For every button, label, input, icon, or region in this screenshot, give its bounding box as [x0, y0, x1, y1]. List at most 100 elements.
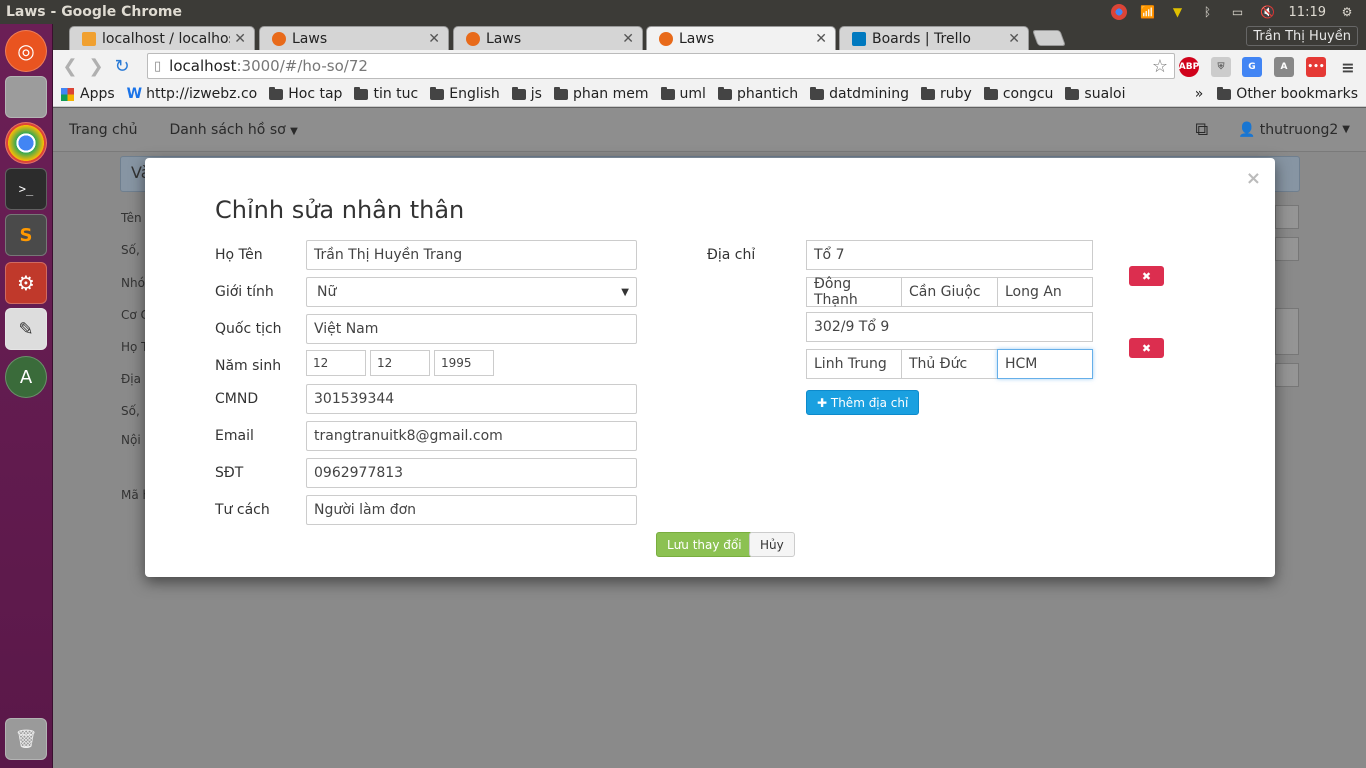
save-changes-button[interactable]: Lưu thay đổi: [656, 532, 753, 557]
folder-icon: [553, 86, 568, 100]
nav-list-dropdown[interactable]: Danh sách hồ sơ ▼: [153, 122, 313, 138]
tab-laws-1[interactable]: Laws ✕: [259, 26, 449, 50]
menu-icon[interactable]: ≡: [1338, 57, 1358, 77]
bookmark-folder[interactable]: phan mem: [553, 86, 649, 102]
bookmark-izwebz[interactable]: W http://izwebz.co: [127, 86, 258, 102]
address-2-street-input[interactable]: 302/9 Tổ 9: [806, 312, 1093, 342]
address-bar[interactable]: ▯ localhost:3000/#/ho-so/72 ☆: [147, 53, 1175, 79]
label-nationality: Quốc tịch: [215, 321, 282, 337]
system-top-panel: Laws - Google Chrome 📶 ▼ ᛒ ▭ 🔇 11:19 ⚙: [0, 0, 1366, 24]
delete-address-2-button[interactable]: ✖: [1129, 338, 1164, 358]
address-1-province-input[interactable]: Long An: [997, 277, 1093, 307]
laws-favicon-icon: [659, 31, 673, 46]
cancel-button[interactable]: Hủy: [749, 532, 795, 557]
bookmark-folder[interactable]: datdmining: [810, 86, 909, 102]
address-2-province-input[interactable]: HCM: [997, 349, 1093, 379]
bookmark-folder[interactable]: ruby: [921, 86, 972, 102]
new-tab-button[interactable]: [1032, 30, 1066, 46]
bookmark-label: Hoc tap: [288, 86, 343, 102]
chrome-tray-icon[interactable]: [1110, 4, 1127, 20]
battery-icon[interactable]: ▭: [1229, 4, 1247, 20]
other-bookmarks[interactable]: Other bookmarks: [1217, 86, 1358, 102]
address-2-district-input[interactable]: Thủ Đức: [901, 349, 998, 379]
close-icon[interactable]: ✕: [428, 31, 440, 47]
tab-trello[interactable]: Boards | Trello ✕: [839, 26, 1029, 50]
back-icon[interactable]: ❮: [57, 53, 83, 79]
address-2-ward-input[interactable]: Linh Trung: [806, 349, 902, 379]
bookmark-folder[interactable]: sualoi: [1065, 86, 1126, 102]
chrome-icon[interactable]: [5, 122, 47, 164]
shield-icon[interactable]: ⛨: [1211, 57, 1231, 77]
angular-icon[interactable]: A: [1274, 57, 1294, 77]
nav-user-dropdown[interactable]: thutruong2: [1260, 122, 1339, 138]
role-input[interactable]: Người làm đơn: [306, 495, 637, 525]
folder-icon: [921, 86, 936, 100]
label-address: Địa chỉ: [707, 247, 756, 263]
clock[interactable]: 11:19: [1289, 5, 1326, 20]
tab-strip: localhost / localhost ✕ Laws ✕ Laws ✕ La…: [53, 24, 1366, 50]
bookmark-folder[interactable]: phantich: [717, 86, 798, 102]
system-settings-icon[interactable]: ⚙: [5, 262, 47, 304]
bg-label: Nhó: [121, 276, 145, 290]
close-icon[interactable]: ✕: [234, 31, 246, 47]
gender-select[interactable]: Nữ ▼: [306, 277, 637, 307]
bookmark-folder[interactable]: js: [511, 86, 542, 102]
tab-laws-2[interactable]: Laws ✕: [453, 26, 643, 50]
phone-input[interactable]: 0962977813: [306, 458, 637, 488]
forward-icon[interactable]: ❯: [83, 53, 109, 79]
settings-gear-icon[interactable]: ⚙: [1338, 4, 1356, 20]
id-number-input[interactable]: 301539344: [306, 384, 637, 414]
bg-label: Tên: [121, 211, 142, 225]
birth-day-input[interactable]: 12: [306, 350, 366, 376]
bookmark-folder[interactable]: tin tuc: [354, 86, 418, 102]
bookmark-folder[interactable]: Hoc tap: [269, 86, 342, 102]
wifi-icon[interactable]: 📶: [1139, 4, 1157, 20]
address-1-ward-input[interactable]: Đông Thạnh: [806, 276, 902, 308]
bookmark-folder[interactable]: congcu: [983, 86, 1053, 102]
copy-icon[interactable]: ⧉: [1195, 119, 1208, 140]
name-input[interactable]: Trần Thị Huyền Trang: [306, 240, 637, 270]
bluetooth-icon[interactable]: ᛒ: [1199, 4, 1217, 20]
software-updater-icon[interactable]: A: [5, 356, 47, 398]
address-1-street-input[interactable]: Tổ 7: [806, 240, 1093, 270]
tab-phpmyadmin[interactable]: localhost / localhost ✕: [69, 26, 255, 50]
trash-icon[interactable]: 🗑: [5, 718, 47, 760]
bookmark-label: uml: [679, 86, 706, 102]
terminal-icon[interactable]: >_: [5, 168, 47, 210]
bookmark-apps[interactable]: Apps: [61, 86, 115, 102]
delete-address-1-button[interactable]: ✖: [1129, 266, 1164, 286]
bookmark-folder[interactable]: English: [430, 86, 500, 102]
reload-icon[interactable]: ↻: [109, 53, 135, 79]
tab-label: Laws: [679, 30, 715, 47]
text-editor-icon[interactable]: ✎: [5, 308, 47, 350]
close-icon[interactable]: ✕: [815, 31, 827, 47]
volume-icon[interactable]: 🔇: [1259, 4, 1277, 20]
notifications-icon[interactable]: •••: [1306, 57, 1326, 77]
birth-year-input[interactable]: 1995: [434, 350, 494, 376]
files-icon[interactable]: [5, 76, 47, 118]
birth-month-input[interactable]: 12: [370, 350, 430, 376]
tab-laws-active[interactable]: Laws ✕: [646, 26, 836, 50]
vpn-icon[interactable]: ▼: [1169, 4, 1187, 20]
ubuntu-dash-icon[interactable]: ◎: [5, 30, 47, 72]
label-birth: Năm sinh: [215, 358, 282, 374]
bookmark-label: http://izwebz.co: [146, 86, 258, 102]
close-icon[interactable]: ✕: [622, 31, 634, 47]
nationality-input[interactable]: Việt Nam: [306, 314, 637, 344]
nav-home-link[interactable]: Trang chủ: [53, 122, 153, 138]
nav-list-label: Danh sách hồ sơ: [169, 121, 286, 138]
translate-icon[interactable]: G: [1242, 57, 1262, 77]
tab-label: Boards | Trello: [872, 30, 971, 47]
bookmarks-overflow-button[interactable]: »: [1195, 86, 1204, 102]
user-avatar-icon: 👤: [1238, 121, 1256, 138]
bookmark-folder[interactable]: uml: [660, 86, 706, 102]
close-icon[interactable]: ×: [1246, 168, 1261, 189]
email-input[interactable]: trangtranuitk8@gmail.com: [306, 421, 637, 451]
sublime-icon[interactable]: S: [5, 214, 47, 256]
profile-badge[interactable]: Trần Thị Huyền: [1246, 26, 1358, 46]
close-icon[interactable]: ✕: [1008, 31, 1020, 47]
adblock-icon[interactable]: ABP: [1179, 57, 1199, 77]
bookmark-star-icon[interactable]: ☆: [1152, 56, 1168, 77]
add-address-button[interactable]: ✚ Thêm địa chỉ: [806, 390, 920, 415]
address-1-district-input[interactable]: Cần Giuộc: [901, 277, 998, 307]
